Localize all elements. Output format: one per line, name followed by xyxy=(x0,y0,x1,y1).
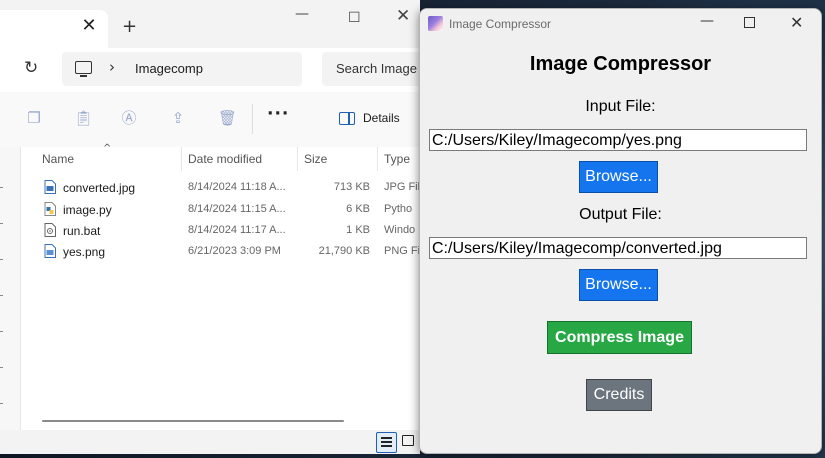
batch-file-icon xyxy=(44,223,56,237)
file-explorer-window: ✕ + — ☐ ✕ ↻ › Imagecomp Search Image ❐ 📋… xyxy=(0,0,420,454)
copy-icon[interactable]: ❐ xyxy=(26,110,42,126)
breadcrumb-imagecomp[interactable]: Imagecomp xyxy=(135,61,203,76)
sort-ascending-icon: ^ xyxy=(103,143,112,154)
paste-icon[interactable]: 📋︎ xyxy=(74,110,93,126)
jpg-file-icon xyxy=(44,180,56,194)
file-date: 8/14/2024 11:18 A... xyxy=(188,181,286,193)
file-date: 8/14/2024 11:17 A... xyxy=(188,224,286,236)
file-type: JPG Fil xyxy=(384,181,420,193)
file-type: PNG Fi xyxy=(384,245,420,257)
refresh-icon[interactable]: ↻ xyxy=(24,59,42,77)
file-name: image.py xyxy=(63,203,112,217)
status-bar xyxy=(0,430,420,454)
more-options-button[interactable]: ··· xyxy=(267,104,289,124)
rename-icon[interactable]: Ⓐ xyxy=(121,110,137,126)
this-pc-icon[interactable] xyxy=(75,61,92,77)
file-size: 713 KB xyxy=(333,181,370,193)
page-title: Image Compressor xyxy=(529,53,712,75)
window-title: Image Compressor xyxy=(449,17,552,31)
output-file-label: Output File: xyxy=(579,206,662,223)
column-header-type[interactable]: Type xyxy=(384,152,410,166)
delete-icon[interactable]: 🗑︎ xyxy=(218,110,237,126)
input-file-label: Input File: xyxy=(585,98,656,115)
address-bar-row: ↻ › Imagecomp Search Image xyxy=(0,48,420,92)
close-window-icon[interactable]: ✕ xyxy=(790,13,803,32)
file-size: 1 KB xyxy=(346,224,370,236)
navigation-pane[interactable] xyxy=(0,147,21,430)
minimize-icon[interactable]: — xyxy=(295,6,309,22)
file-name: yes.png xyxy=(63,245,106,259)
tiles-view-toggle[interactable] xyxy=(402,435,414,446)
column-header-date[interactable]: Date modified xyxy=(188,152,262,166)
column-header-name[interactable]: Name xyxy=(42,152,74,166)
explorer-tab[interactable]: ✕ xyxy=(0,10,108,48)
maximize-icon[interactable] xyxy=(744,17,755,28)
png-file-icon xyxy=(44,244,56,258)
table-row[interactable]: converted.jpg 8/14/2024 11:18 A... 713 K… xyxy=(20,177,420,198)
table-row[interactable]: yes.png 6/21/2023 3:09 PM 21,790 KB PNG … xyxy=(20,241,420,262)
details-button[interactable]: Details xyxy=(363,111,400,125)
minimize-icon[interactable]: — xyxy=(700,13,714,29)
close-tab-icon[interactable]: ✕ xyxy=(80,17,98,35)
maximize-icon[interactable]: ☐ xyxy=(348,10,361,26)
compress-image-button[interactable]: Compress Image xyxy=(547,321,692,354)
file-name: run.bat xyxy=(63,224,101,238)
file-type: Windo xyxy=(384,224,416,236)
explorer-tabstrip: ✕ + — ☐ ✕ xyxy=(0,0,420,48)
column-divider xyxy=(181,147,182,171)
browse-output-button[interactable]: Browse... xyxy=(579,269,658,301)
table-row[interactable]: run.bat 8/14/2024 11:17 A... 1 KB Windo xyxy=(20,220,420,241)
credits-button[interactable]: Credits xyxy=(586,379,652,411)
new-tab-icon[interactable]: + xyxy=(122,17,137,37)
file-size: 21,790 KB xyxy=(318,245,370,257)
horizontal-scrollbar[interactable] xyxy=(42,420,344,422)
share-icon[interactable]: ⇪ xyxy=(170,110,186,126)
app-logo-icon xyxy=(428,16,443,31)
column-divider xyxy=(297,147,298,171)
search-input[interactable]: Search Image xyxy=(322,52,420,86)
file-type: Pytho xyxy=(384,203,413,215)
browse-input-button[interactable]: Browse... xyxy=(579,161,658,193)
address-bar[interactable]: › Imagecomp xyxy=(62,52,302,86)
file-size: 6 KB xyxy=(346,203,370,215)
command-bar: ❐ 📋︎ Ⓐ ⇪ 🗑︎ ··· Details xyxy=(0,92,420,148)
file-date: 8/14/2024 11:15 A... xyxy=(188,203,286,215)
file-name: converted.jpg xyxy=(63,181,136,195)
input-file-field[interactable]: C:/Users/Kiley/Imagecomp/yes.png xyxy=(429,129,807,151)
details-view-toggle[interactable] xyxy=(376,432,397,453)
output-file-field[interactable]: C:/Users/Kiley/Imagecomp/converted.jpg xyxy=(429,237,807,259)
file-list-area: ^ Name Date modified Size Type converted… xyxy=(0,143,420,430)
python-file-icon xyxy=(44,202,56,216)
chevron-right-icon[interactable]: › xyxy=(109,58,115,76)
toolbar-divider xyxy=(252,104,253,134)
image-compressor-window: Image Compressor — ✕ Image Compressor In… xyxy=(419,8,822,454)
app-titlebar: Image Compressor — ✕ xyxy=(420,9,821,39)
table-row[interactable]: image.py 8/14/2024 11:15 A... 6 KB Pytho xyxy=(20,199,420,220)
details-pane-icon[interactable] xyxy=(339,112,355,125)
column-divider xyxy=(377,147,378,171)
search-placeholder: Search Image xyxy=(336,61,417,76)
column-header-size[interactable]: Size xyxy=(304,152,327,166)
file-date: 6/21/2023 3:09 PM xyxy=(188,245,281,257)
close-window-icon[interactable]: ✕ xyxy=(396,8,410,25)
